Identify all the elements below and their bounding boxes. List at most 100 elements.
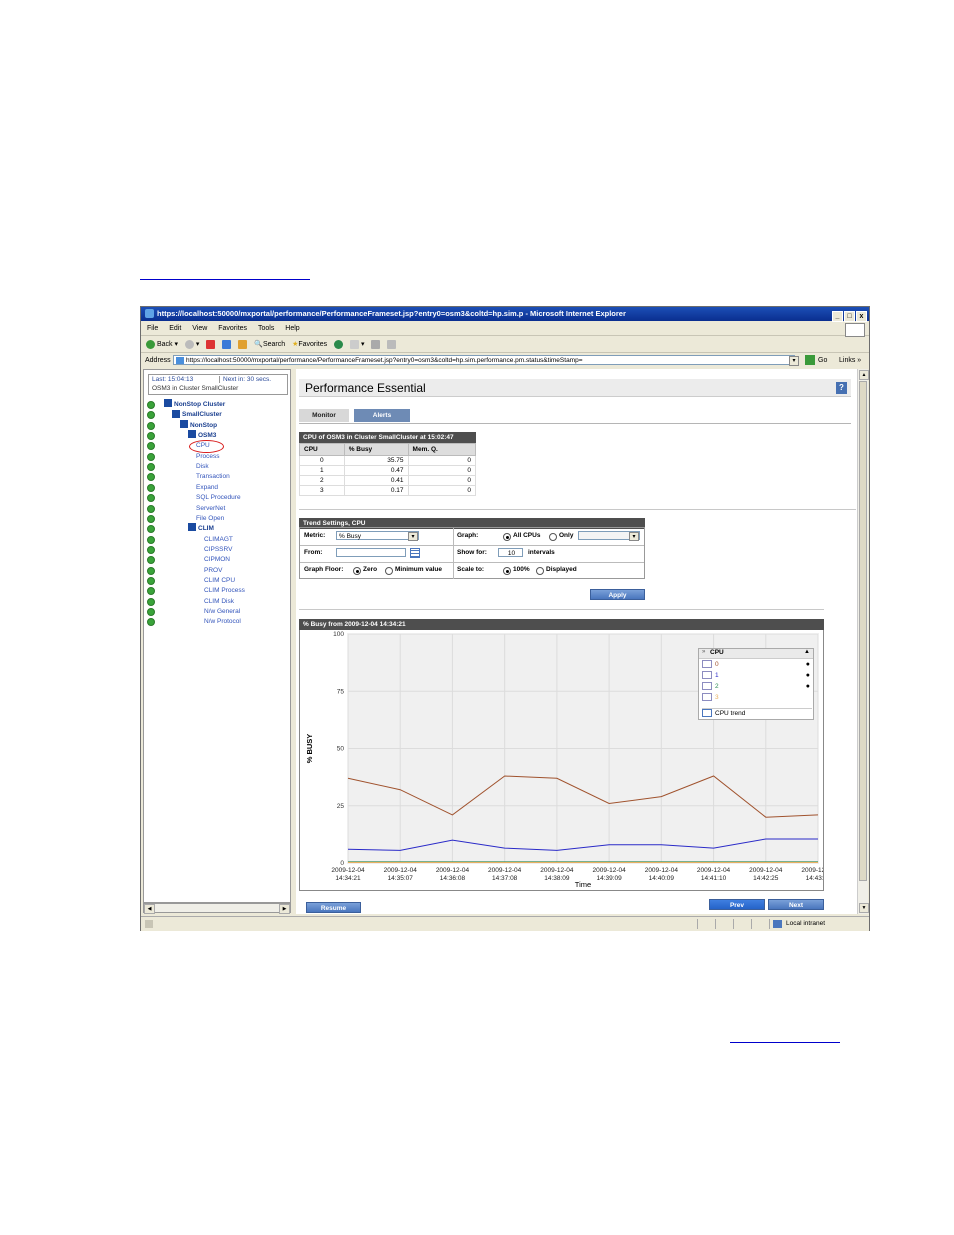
- tree-node[interactable]: N/w General: [204, 607, 240, 617]
- legend-item[interactable]: 0 ●: [702, 660, 812, 670]
- tree-node[interactable]: PROV: [204, 566, 222, 576]
- next-refresh[interactable]: Next in: 30 secs.: [219, 376, 271, 383]
- menu-help[interactable]: Help: [285, 325, 299, 332]
- tree-node[interactable]: CLIM CPU: [204, 576, 235, 586]
- address-dropdown-icon[interactable]: ▾: [789, 356, 799, 366]
- tree-node[interactable]: NonStop Cluster: [164, 399, 225, 410]
- chevron-up-icon[interactable]: ▲: [804, 649, 810, 655]
- tree-node[interactable]: CLIM Disk: [204, 597, 234, 607]
- menu-view[interactable]: View: [192, 325, 207, 332]
- table-row[interactable]: 3 0.17 0: [299, 485, 477, 496]
- tree-node[interactable]: CIPSSRV: [204, 545, 232, 555]
- eye-icon[interactable]: ●: [806, 660, 810, 670]
- table-row[interactable]: 1 0.47 0: [299, 465, 477, 476]
- go-arrow-icon[interactable]: [805, 355, 815, 365]
- legend-footer[interactable]: CPU trend: [702, 708, 812, 719]
- main-vertical-scrollbar[interactable]: ▲ ▼: [857, 369, 869, 914]
- displayed-radio[interactable]: [536, 567, 544, 575]
- cell-busy: 0.17: [343, 485, 409, 496]
- page-bottom-link-underline[interactable]: [730, 1042, 840, 1043]
- scroll-thumb[interactable]: [859, 381, 867, 881]
- scroll-right-icon[interactable]: ▶: [279, 904, 290, 914]
- table-row[interactable]: 2 0.41 0: [299, 475, 477, 486]
- scroll-left-icon[interactable]: ◀: [144, 904, 155, 914]
- stop-icon[interactable]: [206, 337, 216, 352]
- tree-node[interactable]: Process: [196, 452, 219, 462]
- tree-node[interactable]: CLIM Process: [204, 586, 245, 596]
- collapse-icon[interactable]: [188, 430, 196, 439]
- menu-file[interactable]: File: [147, 325, 158, 332]
- help-icon[interactable]: ?: [836, 382, 847, 394]
- x-tick-label: 2009-12-04: [436, 867, 470, 874]
- mail-icon[interactable]: ▾: [350, 337, 365, 352]
- page-top-link-underline[interactable]: [140, 279, 310, 280]
- menu-bar: File Edit View Favorites Tools Help: [141, 322, 869, 336]
- collapse-icon[interactable]: »: [702, 649, 705, 655]
- address-input[interactable]: https://localhost:50000/mxportal/perform…: [173, 355, 795, 365]
- go-button[interactable]: Go: [818, 353, 827, 368]
- tab-alerts[interactable]: Alerts: [354, 409, 410, 422]
- tree-node[interactable]: ServerNet: [196, 504, 225, 514]
- col-memq[interactable]: Mem. Q.: [407, 443, 477, 456]
- highlight-circle: [189, 440, 224, 453]
- refresh-icon[interactable]: [222, 337, 232, 352]
- table-row[interactable]: 0 35.75 0: [299, 455, 477, 466]
- tree-node[interactable]: Expand: [196, 483, 218, 493]
- menu-favorites[interactable]: Favorites: [218, 325, 247, 332]
- minimize-button[interactable]: _: [832, 311, 843, 322]
- home-icon[interactable]: [238, 337, 248, 352]
- maximize-button[interactable]: □: [844, 311, 855, 322]
- only-cpu-select[interactable]: ▾: [578, 531, 640, 541]
- calendar-icon[interactable]: [410, 548, 420, 558]
- search-button[interactable]: 🔍Search: [254, 337, 285, 352]
- tab-monitor[interactable]: Monitor: [299, 409, 349, 422]
- menu-edit[interactable]: Edit: [169, 325, 181, 332]
- prev-button[interactable]: Prev: [709, 899, 765, 910]
- back-button[interactable]: Back ▾: [146, 337, 178, 352]
- forward-button[interactable]: ▾: [184, 337, 199, 352]
- tree-node[interactable]: SQL Procedure: [196, 493, 241, 503]
- tree-node[interactable]: CLIMAGT: [204, 535, 233, 545]
- from-date-input[interactable]: [336, 548, 406, 557]
- zero-radio[interactable]: [353, 567, 361, 575]
- collapse-icon[interactable]: [180, 419, 188, 428]
- min-value-radio[interactable]: [385, 567, 393, 575]
- tree-node[interactable]: CLIM: [188, 523, 214, 534]
- legend-item[interactable]: 1 ●: [702, 671, 812, 681]
- eye-icon[interactable]: ●: [806, 682, 810, 692]
- print-icon[interactable]: [371, 337, 381, 352]
- menu-tools[interactable]: Tools: [258, 325, 274, 332]
- eye-icon[interactable]: ●: [806, 671, 810, 681]
- scroll-down-icon[interactable]: ▼: [859, 903, 869, 913]
- media-icon[interactable]: [334, 337, 344, 352]
- tree-node[interactable]: File Open: [196, 514, 224, 524]
- close-button[interactable]: x: [856, 311, 867, 322]
- next-button[interactable]: Next: [768, 899, 824, 910]
- tree-node[interactable]: N/w Protocol: [204, 617, 241, 627]
- only-radio[interactable]: [549, 533, 557, 541]
- resume-button[interactable]: Resume: [306, 902, 361, 913]
- scroll-up-icon[interactable]: ▲: [859, 370, 869, 380]
- favorites-button[interactable]: ★Favorites: [292, 337, 327, 352]
- tree-node[interactable]: NonStop: [180, 419, 217, 431]
- tree-node[interactable]: Disk: [196, 462, 209, 472]
- collapse-icon[interactable]: [164, 399, 172, 408]
- all-cpus-radio[interactable]: [503, 533, 511, 541]
- edit-icon[interactable]: [387, 337, 397, 352]
- show-for-input[interactable]: 10: [498, 548, 523, 557]
- collapse-icon[interactable]: [172, 409, 180, 418]
- collapse-icon[interactable]: [188, 523, 196, 532]
- metric-select[interactable]: % Busy ▾: [336, 531, 419, 541]
- left-horizontal-scrollbar[interactable]: ◀ ▶: [143, 903, 291, 914]
- scale-100-radio[interactable]: [503, 567, 511, 575]
- links-button[interactable]: Links »: [839, 353, 861, 368]
- legend-item[interactable]: 3: [702, 693, 812, 703]
- apply-button[interactable]: Apply: [590, 589, 645, 600]
- col-cpu[interactable]: CPU: [299, 443, 345, 456]
- col-busy[interactable]: % Busy: [343, 443, 409, 456]
- tree-node[interactable]: Transaction: [196, 472, 230, 482]
- tree-node[interactable]: SmallCluster: [172, 409, 222, 420]
- legend-item[interactable]: 2 ●: [702, 682, 812, 692]
- status-ok-icon: [147, 494, 155, 503]
- tree-node[interactable]: CIPMON: [204, 555, 230, 565]
